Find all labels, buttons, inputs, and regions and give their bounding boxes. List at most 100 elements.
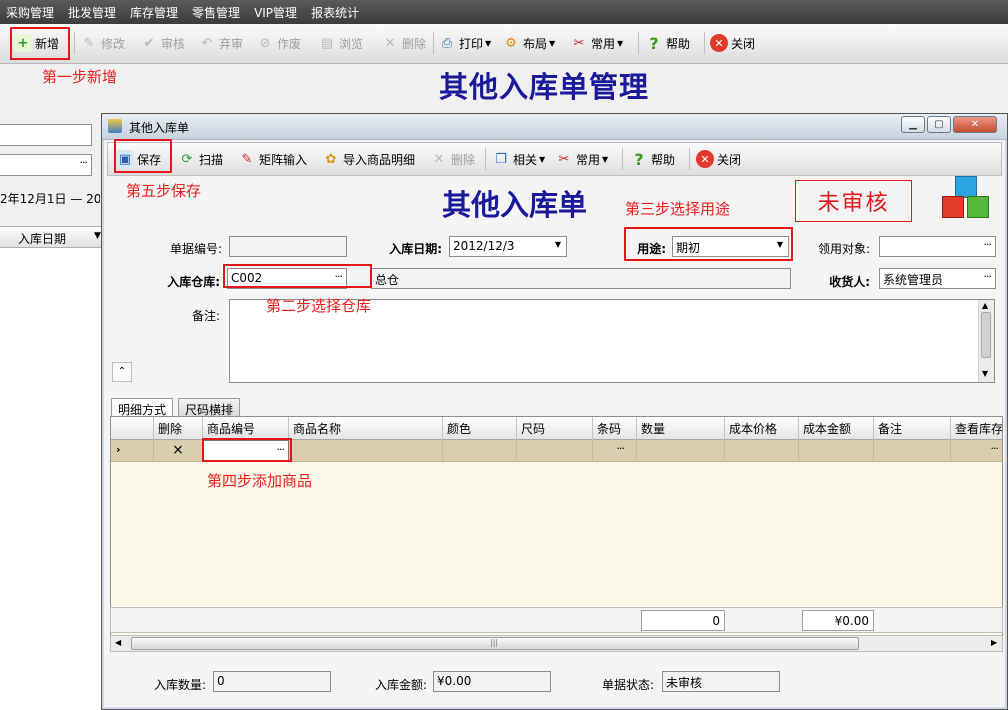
scroll-thumb[interactable] bbox=[981, 312, 991, 358]
abandon-audit-button[interactable]: ↶ 弃审 bbox=[198, 32, 243, 54]
col-color[interactable]: 颜色 bbox=[443, 417, 517, 440]
maximize-button[interactable]: ▢ bbox=[927, 116, 951, 133]
col-product-code[interactable]: 商品编号 bbox=[203, 417, 289, 440]
window-common-label: 常用 bbox=[576, 152, 601, 167]
minimize-button[interactable]: ▁ bbox=[901, 116, 925, 133]
pencil-icon: ✎ bbox=[241, 151, 253, 167]
ellipsis-icon: ··· bbox=[276, 443, 285, 456]
window-close-toolbar-button[interactable]: ✕ 关闭 bbox=[696, 148, 741, 170]
row-delete-cell[interactable]: × bbox=[154, 440, 203, 461]
print-button[interactable]: ⎙ 打印 ▼ bbox=[438, 32, 491, 54]
ellipsis-icon: ··· bbox=[79, 156, 88, 169]
row-delete-button[interactable]: ✕ 删除 bbox=[430, 148, 475, 170]
chevron-down-icon: ▼ bbox=[94, 231, 101, 241]
delete-button[interactable]: ✕ 删除 bbox=[381, 32, 426, 54]
warehouse-code-field[interactable]: C002 ··· bbox=[227, 268, 347, 289]
window-toolbar: ▣ 保存 ⟳ 扫描 ✎ 矩阵输入 ✿ 导入商品明细 ✕ 删除 ❐ 相关 ▼ ✂ … bbox=[107, 142, 1002, 176]
col-size[interactable]: 尺码 bbox=[517, 417, 593, 440]
annotation-step3: 第三步选择用途 bbox=[625, 200, 731, 218]
common-button[interactable]: ✂ 常用 ▼ bbox=[570, 32, 624, 54]
cost-price-cell[interactable] bbox=[725, 440, 799, 461]
footer-amount-value: ¥0.00 bbox=[433, 671, 551, 692]
date-label: 入库日期: bbox=[389, 242, 442, 256]
date-field[interactable]: 2012/12/3 ▼ bbox=[449, 236, 567, 257]
recipient-field[interactable]: ··· bbox=[879, 236, 996, 257]
purpose-select[interactable]: 期初 ▼ bbox=[672, 236, 789, 257]
col-remark[interactable]: 备注 bbox=[874, 417, 951, 440]
scan-button[interactable]: ⟳ 扫描 bbox=[178, 148, 223, 170]
remark-scrollbar[interactable]: ▲ ▼ bbox=[978, 300, 994, 382]
product-name-cell bbox=[289, 440, 443, 461]
collapse-icon[interactable]: ⌃ bbox=[112, 362, 132, 382]
footer-qty-value: 0 bbox=[213, 671, 331, 692]
edit-button[interactable]: ✎ 修改 bbox=[80, 32, 125, 54]
col-view-stock[interactable]: 查看库存 bbox=[951, 417, 1002, 440]
window-help-button[interactable]: ? 帮助 bbox=[630, 148, 675, 170]
browse-label: 浏览 bbox=[339, 36, 364, 51]
annotation-step5: 第五步保存 bbox=[126, 182, 202, 200]
col-delete[interactable]: 删除 bbox=[154, 417, 203, 440]
browse-icon: ▤ bbox=[320, 35, 334, 51]
close-icon: ✕ bbox=[696, 150, 714, 168]
edit-label: 修改 bbox=[101, 36, 126, 51]
doc-no-label: 单据编号: bbox=[169, 242, 222, 256]
close-icon: ✕ bbox=[710, 34, 728, 52]
browse-button[interactable]: ▤ 浏览 bbox=[318, 32, 363, 54]
layout-button[interactable]: ⚙ 布局 ▼ bbox=[502, 32, 555, 54]
menu-vip[interactable]: VIP管理 bbox=[254, 4, 297, 21]
left-search-input[interactable] bbox=[0, 124, 92, 146]
tools-icon: ✂ bbox=[558, 151, 570, 167]
col-barcode[interactable]: 条码 bbox=[593, 417, 637, 440]
col-quantity[interactable]: 数量 bbox=[637, 417, 725, 440]
menu-retail[interactable]: 零售管理 bbox=[192, 4, 240, 21]
quantity-cell[interactable] bbox=[637, 440, 725, 461]
remark-cell[interactable] bbox=[874, 440, 951, 461]
doc-no-field[interactable] bbox=[229, 236, 347, 257]
col-product-name[interactable]: 商品名称 bbox=[289, 417, 443, 440]
menu-wholesale[interactable]: 批发管理 bbox=[68, 4, 116, 21]
chevron-down-icon: ▼ bbox=[617, 38, 624, 48]
window-close-button[interactable]: ✕ bbox=[953, 116, 997, 133]
receiver-field[interactable]: 系统管理员 ··· bbox=[879, 268, 996, 289]
save-button[interactable]: ▣ 保存 bbox=[116, 148, 161, 170]
scroll-thumb[interactable]: ||| bbox=[131, 637, 859, 650]
toolbar-separator bbox=[638, 32, 639, 54]
related-button[interactable]: ❐ 相关 ▼ bbox=[492, 148, 545, 170]
print-label: 打印 bbox=[459, 36, 484, 51]
product-code-input[interactable]: ··· bbox=[203, 440, 289, 461]
view-stock-cell[interactable]: ··· bbox=[951, 440, 1002, 461]
left-grid-body bbox=[0, 248, 105, 710]
package-icon: ✿ bbox=[325, 151, 337, 167]
add-button[interactable]: + 新增 bbox=[14, 32, 59, 54]
close-icon: ✕ bbox=[970, 119, 980, 130]
menu-bar: 采购管理 批发管理 库存管理 零售管理 VIP管理 报表统计 bbox=[0, 0, 1008, 24]
menu-inventory[interactable]: 库存管理 bbox=[130, 4, 178, 21]
close-button[interactable]: ✕ 关闭 bbox=[710, 32, 755, 54]
window-common-button[interactable]: ✂ 常用 ▼ bbox=[555, 148, 609, 170]
receiver-value: 系统管理员 bbox=[883, 273, 944, 287]
menu-reports[interactable]: 报表统计 bbox=[311, 4, 359, 21]
barcode-cell[interactable]: ··· bbox=[593, 440, 637, 461]
help-button[interactable]: ? 帮助 bbox=[645, 32, 690, 54]
audit-button[interactable]: ✔ 审核 bbox=[140, 32, 185, 54]
ellipsis-icon: ··· bbox=[983, 270, 992, 283]
cubes-logo-icon bbox=[940, 176, 994, 226]
footer-qty-label: 入库数量: bbox=[153, 678, 206, 692]
void-button[interactable]: ⊘ 作废 bbox=[256, 32, 301, 54]
import-detail-button[interactable]: ✿ 导入商品明细 bbox=[322, 148, 415, 170]
delete-icon: ✕ bbox=[433, 151, 445, 167]
matrix-input-button[interactable]: ✎ 矩阵输入 bbox=[238, 148, 307, 170]
grid-header-selector bbox=[111, 417, 154, 440]
tab-detail-mode[interactable]: 明细方式 bbox=[111, 398, 174, 417]
col-cost-amount[interactable]: 成本金额 bbox=[799, 417, 874, 440]
tab-size-horizontal[interactable]: 尺码横排 bbox=[178, 398, 241, 417]
save-icon: ▣ bbox=[116, 150, 134, 168]
color-cell bbox=[443, 440, 517, 461]
table-row[interactable]: › × ··· ··· ··· bbox=[111, 440, 1002, 462]
related-label: 相关 bbox=[513, 152, 538, 167]
col-cost-price[interactable]: 成本价格 bbox=[725, 417, 799, 440]
menu-purchase[interactable]: 采购管理 bbox=[6, 4, 54, 21]
layout-label: 布局 bbox=[523, 36, 548, 51]
left-lookup-input[interactable]: ··· bbox=[0, 154, 92, 176]
grid-horizontal-scrollbar[interactable]: ◀ ||| ▶ bbox=[110, 635, 1003, 652]
